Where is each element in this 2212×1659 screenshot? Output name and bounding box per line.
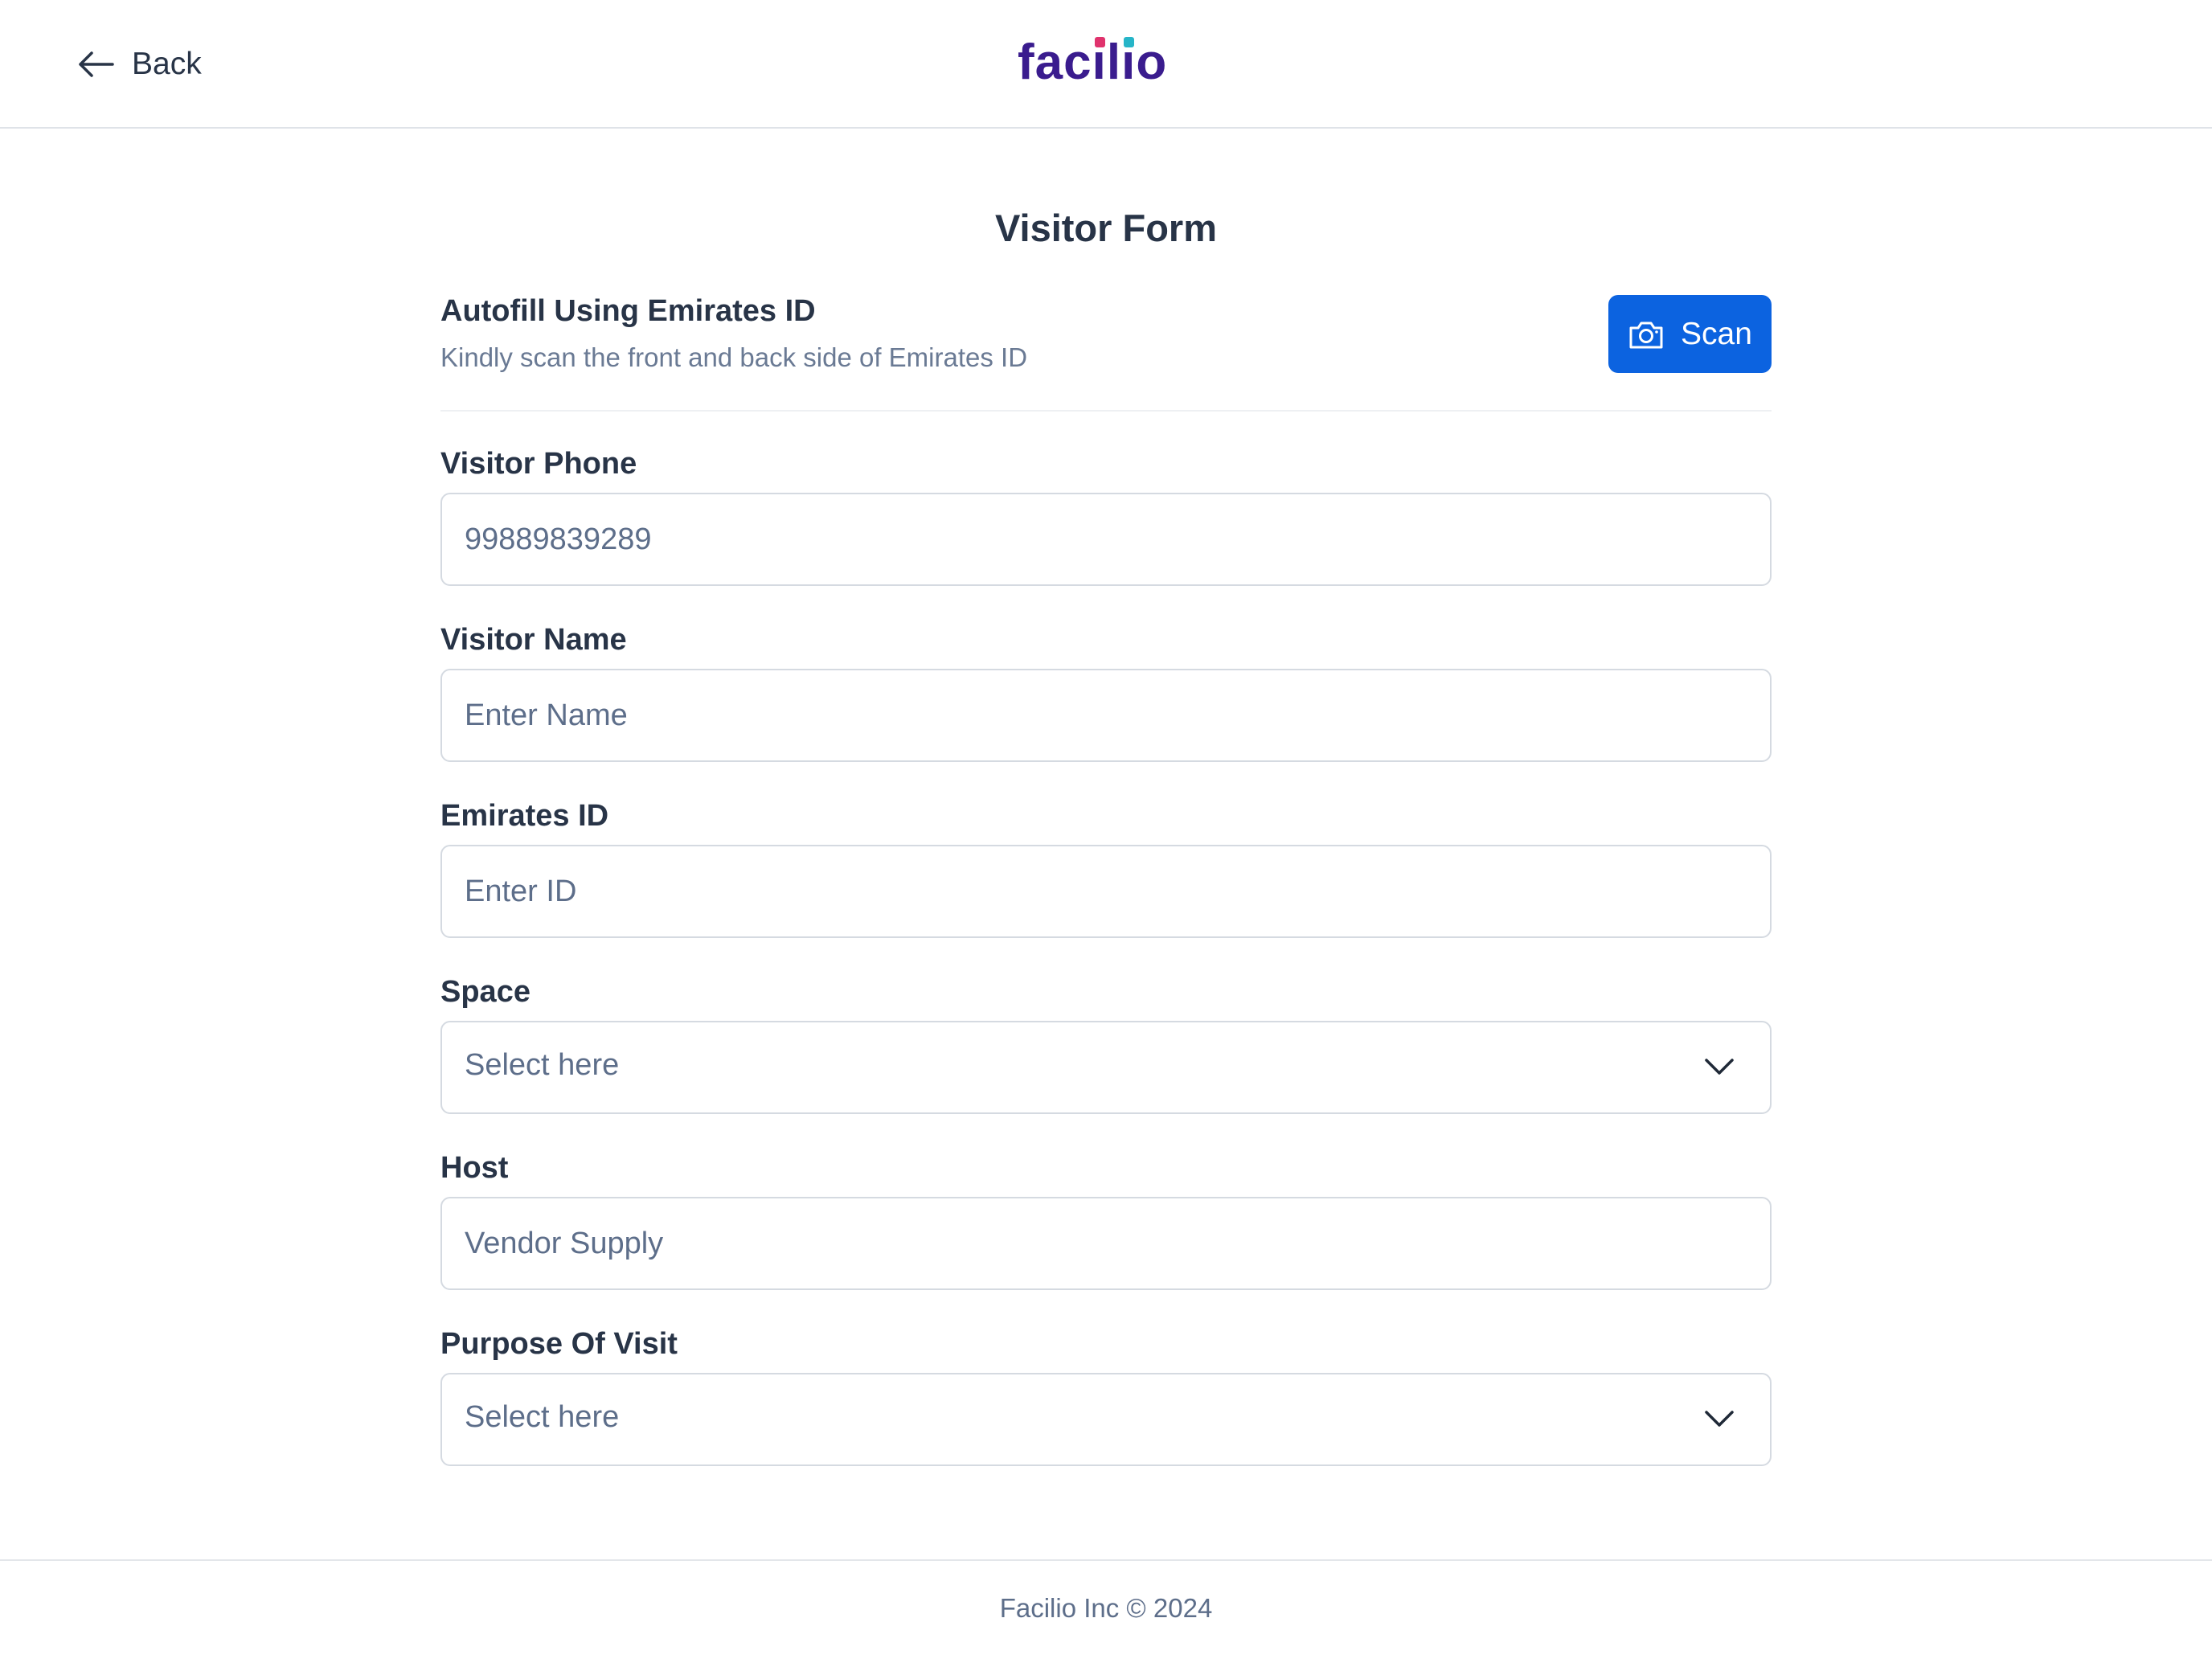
space-select[interactable]: Select here	[440, 1021, 1772, 1114]
visitor-phone-field[interactable]	[440, 493, 1772, 586]
emirates-id-input[interactable]	[465, 846, 1718, 936]
copyright-text: Facilio Inc © 2024	[999, 1593, 1213, 1623]
chevron-down-icon	[1705, 1059, 1734, 1075]
host-field[interactable]	[440, 1197, 1772, 1290]
logo-part-i2: i	[1121, 34, 1137, 90]
visitor-phone-input[interactable]	[465, 494, 1718, 584]
scan-button[interactable]: Scan	[1608, 295, 1772, 373]
autofill-heading: Autofill Using Emirates ID	[440, 294, 816, 328]
logo-part-i1: i	[1092, 34, 1107, 90]
scan-label: Scan	[1681, 316, 1752, 351]
purpose-select-value: Select here	[465, 1400, 620, 1434]
facilio-logo: fac il io	[1018, 34, 1167, 98]
section-divider	[440, 410, 1772, 412]
logo-dot-pink	[1094, 37, 1105, 47]
visitor-name-label: Visitor Name	[440, 623, 627, 657]
autofill-subtext: Kindly scan the front and back side of E…	[440, 342, 1028, 372]
purpose-of-visit-select[interactable]: Select here	[440, 1373, 1772, 1466]
emirates-id-label: Emirates ID	[440, 799, 609, 833]
back-label: Back	[132, 47, 202, 81]
logo-part-l: l	[1106, 35, 1122, 90]
chevron-down-icon	[1705, 1411, 1734, 1427]
logo-dot-teal	[1124, 37, 1135, 47]
host-label: Host	[440, 1151, 509, 1185]
visitor-phone-label: Visitor Phone	[440, 447, 637, 481]
visitor-name-field[interactable]	[440, 669, 1772, 762]
logo-part-o: o	[1136, 35, 1168, 90]
back-button[interactable]: Back	[77, 42, 202, 87]
top-bar: Back fac il io	[0, 0, 2212, 129]
host-input[interactable]	[465, 1198, 1718, 1288]
page-title: Visitor Form	[995, 207, 1217, 249]
footer: Facilio Inc © 2024	[0, 1559, 2212, 1659]
arrow-left-icon	[79, 51, 114, 77]
camera-icon	[1629, 322, 1663, 348]
space-label: Space	[440, 975, 530, 1009]
logo-part-fac: fac	[1018, 35, 1092, 90]
emirates-id-field[interactable]	[440, 845, 1772, 938]
purpose-of-visit-label: Purpose Of Visit	[440, 1327, 678, 1361]
space-select-value: Select here	[465, 1048, 620, 1082]
visitor-name-input[interactable]	[465, 670, 1718, 760]
